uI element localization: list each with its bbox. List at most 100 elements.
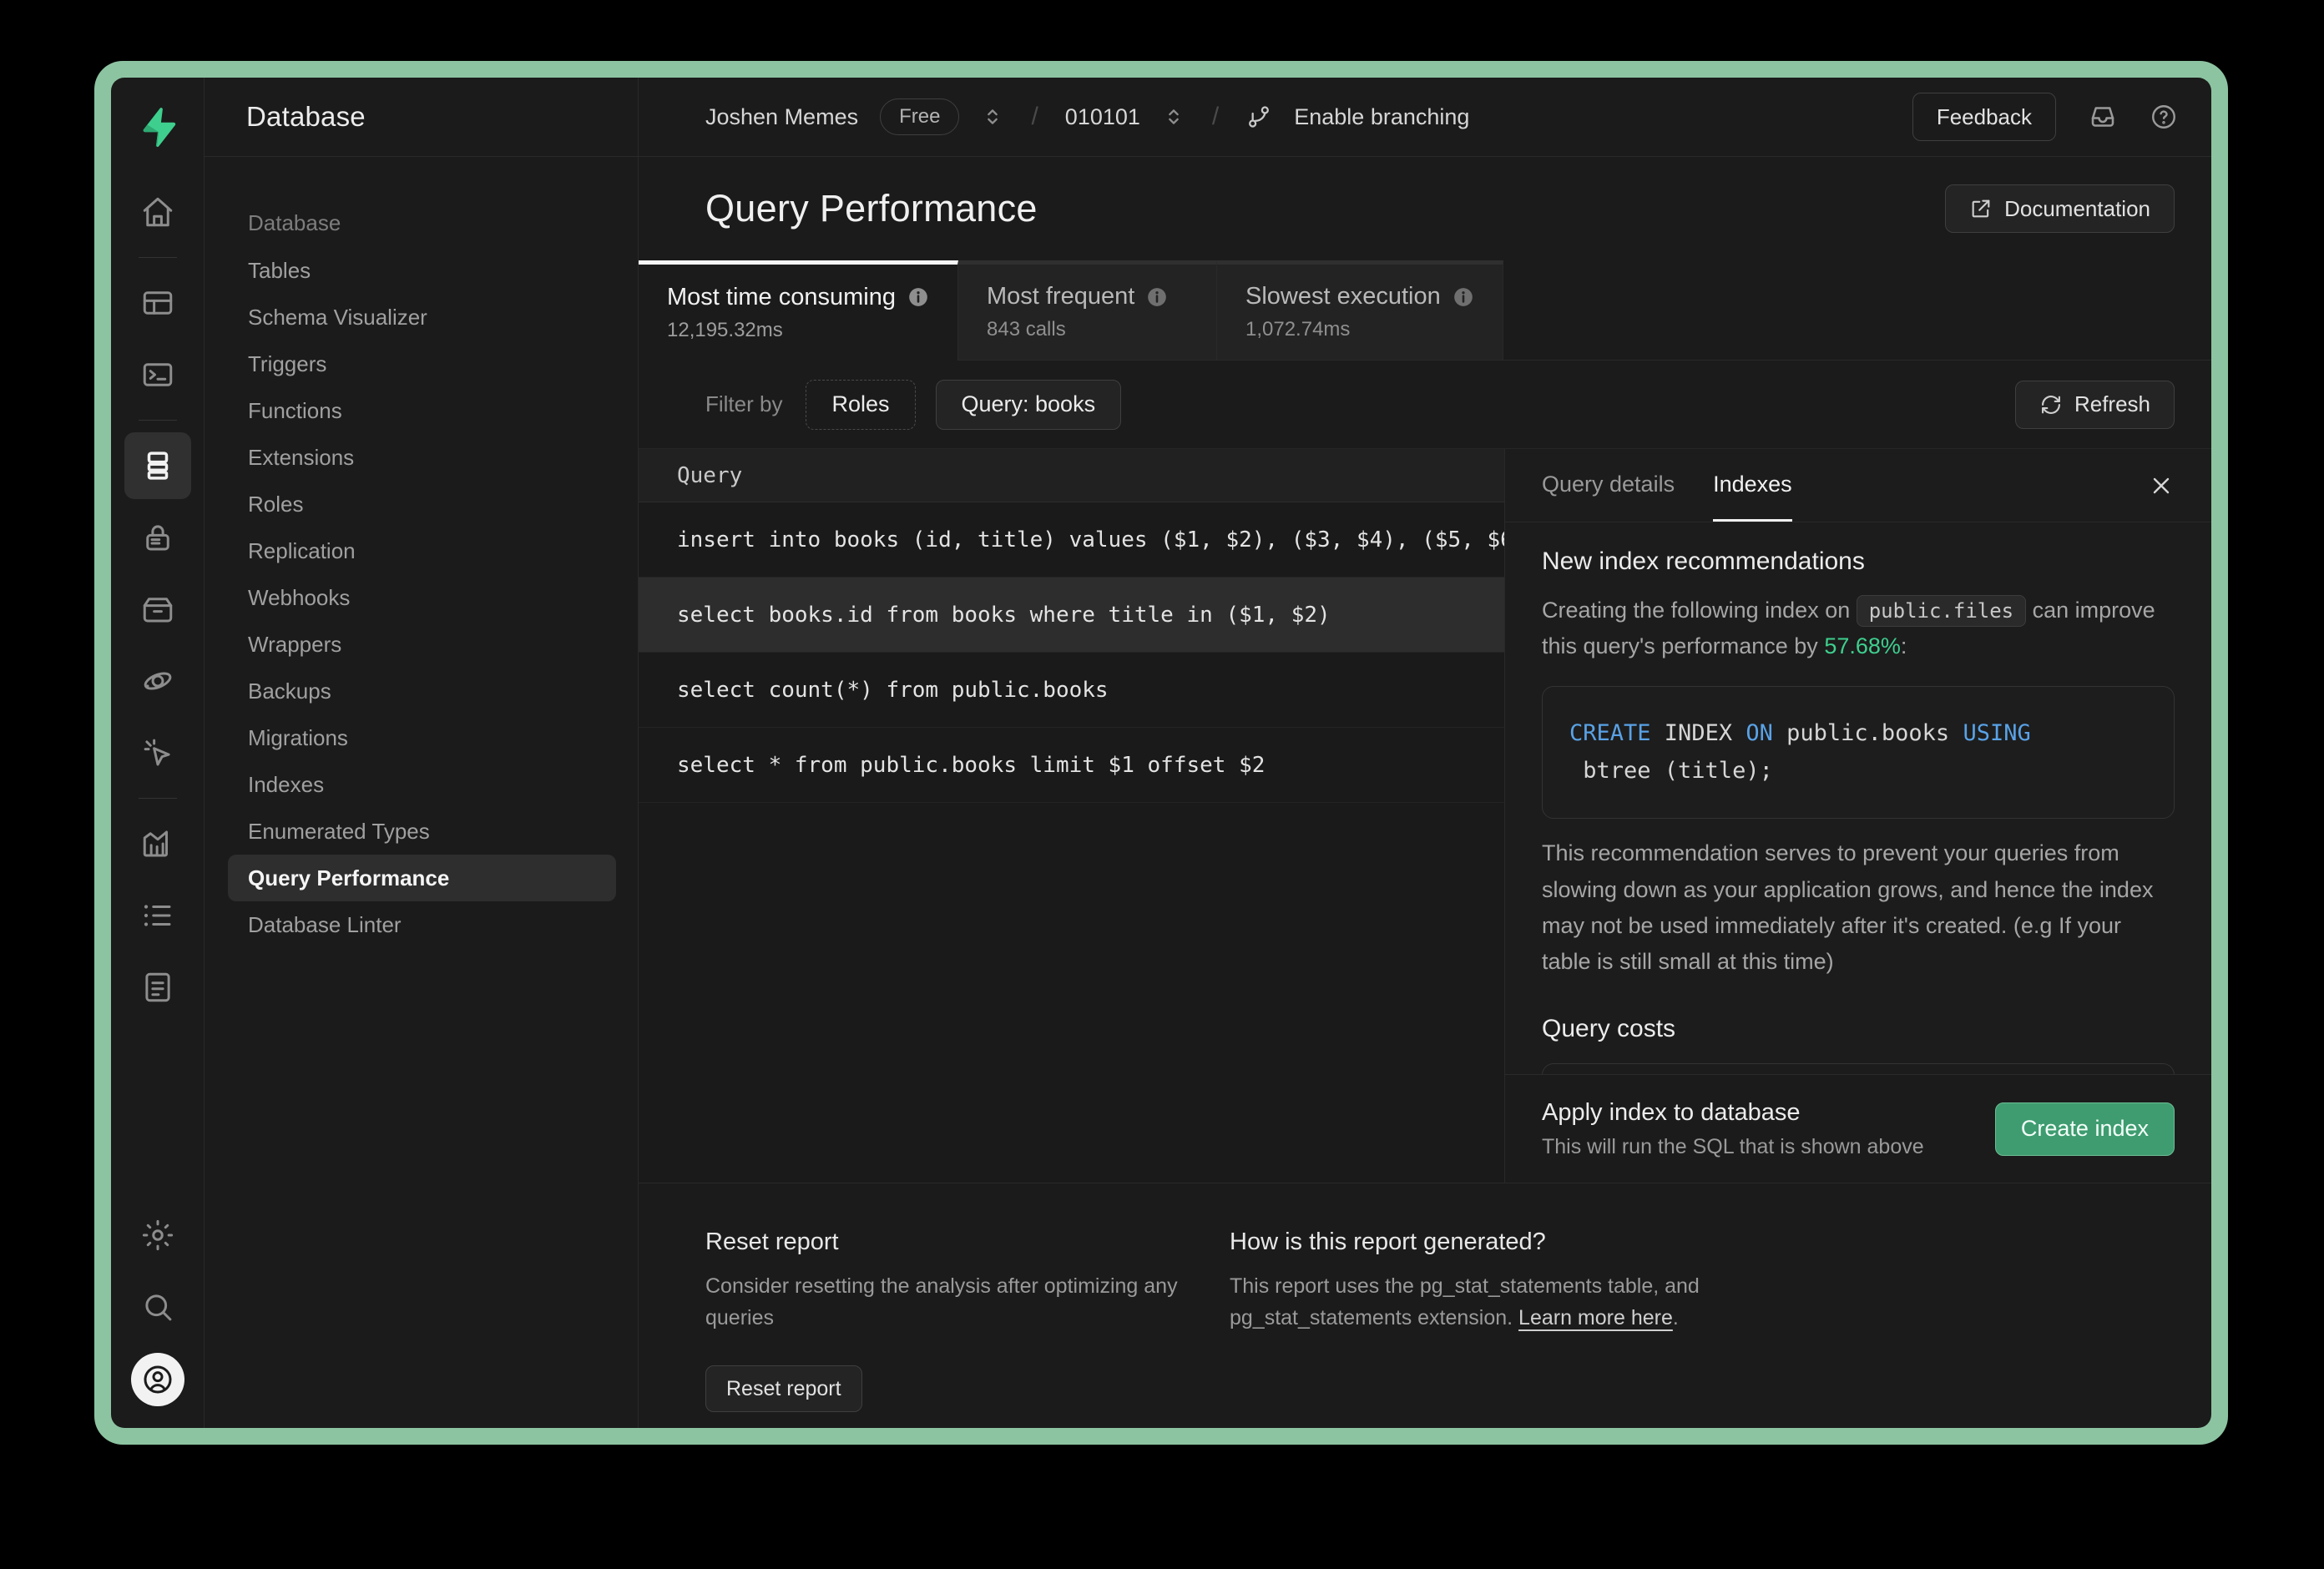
query-row-selected[interactable]: select books.id from books where title i… [639, 578, 1504, 653]
apply-index-footer: Apply index to database This will run th… [1505, 1074, 2211, 1183]
realtime-icon[interactable] [124, 717, 191, 789]
query-row[interactable]: insert into books (id, title) values ($1… [639, 502, 1526, 578]
apply-index-subtext: This will run the SQL that is shown abov… [1542, 1134, 1924, 1158]
sidebar-item-backups[interactable]: Backups [205, 668, 638, 714]
sidebar-item-triggers[interactable]: Triggers [205, 341, 638, 387]
screen: Database Database Tables Schema Visualiz… [0, 0, 2324, 1569]
sidebar-item-roles[interactable]: Roles [205, 481, 638, 527]
recommendation-intro: Creating the following index on public.f… [1542, 593, 2175, 664]
sidebar-item-functions[interactable]: Functions [205, 387, 638, 434]
learn-more-link[interactable]: Learn more here [1518, 1306, 1673, 1329]
sidebar-item-extensions[interactable]: Extensions [205, 434, 638, 481]
rail-divider [138, 420, 177, 421]
how-generated-text: This report uses the pg_stat_statements … [1230, 1274, 1700, 1329]
reports-icon[interactable] [124, 808, 191, 880]
git-branch-icon [1249, 106, 1270, 128]
filter-bar: Filter by Roles Query: books Refresh [639, 361, 2211, 449]
tab-indexes[interactable]: Indexes [1713, 449, 1792, 522]
supabase-logo[interactable] [136, 78, 179, 176]
storage-icon[interactable] [124, 573, 191, 645]
edge-functions-icon[interactable] [124, 645, 191, 717]
sidenav: Database Database Tables Schema Visualiz… [205, 78, 639, 1428]
details-panel: Query details Indexes New index recommen… [1504, 449, 2211, 1183]
sidebar-item-schema-visualizer[interactable]: Schema Visualizer [205, 294, 638, 341]
page-title: Query Performance [705, 187, 1038, 230]
panel-tabs: Query details Indexes [1505, 449, 2211, 522]
sidebar-item-indexes[interactable]: Indexes [205, 761, 638, 808]
tab-label: Most time consuming [667, 283, 896, 310]
logs-icon[interactable] [124, 880, 191, 951]
page-header: Query Performance Documentation [639, 157, 2211, 260]
reset-report-button[interactable]: Reset report [705, 1365, 862, 1412]
sql-line: CREATE INDEX ON public.books USING [1569, 720, 2031, 747]
sidebar-item-database-linter[interactable]: Database Linter [205, 901, 638, 948]
documentation-label: Documentation [2004, 195, 2150, 221]
sql-editor-icon[interactable] [124, 339, 191, 411]
tab-query-details[interactable]: Query details [1542, 449, 1675, 522]
close-icon[interactable] [2148, 472, 2175, 499]
query-costs-box: Total cost of query Currently: 25 [1542, 1063, 2175, 1074]
info-icon [1148, 287, 1167, 306]
recommendation-note: This recommendation serves to prevent yo… [1542, 840, 2154, 975]
home-icon[interactable] [124, 176, 191, 248]
project-name[interactable]: 010101 [1065, 104, 1140, 130]
recommendations-heading: New index recommendations [1542, 547, 1865, 575]
bottom-section: Reset report Consider resetting the anal… [639, 1183, 2211, 1428]
report-tabs: Most time consuming 12,195.32ms Most fre… [639, 260, 2211, 361]
tab-value: 1,072.74ms [1245, 318, 1351, 341]
tab-label: Most frequent [987, 283, 1135, 310]
info-icon [1453, 287, 1473, 306]
plan-badge: Free [880, 98, 960, 135]
sidenav-header: Database [205, 78, 638, 157]
sidebar-item-webhooks[interactable]: Webhooks [205, 574, 638, 621]
authentication-icon[interactable] [124, 502, 191, 573]
reset-report-heading: Reset report [705, 1228, 839, 1255]
roles-filter-button[interactable]: Roles [806, 379, 916, 430]
top-bar: Joshen Memes Free / 010101 / Enable bran… [639, 78, 2211, 157]
sidebar-item-tables[interactable]: Tables [205, 247, 638, 294]
icon-rail [111, 78, 205, 1428]
query-row[interactable]: select count(*) from public.books [639, 653, 1504, 728]
sidebar-item-wrappers[interactable]: Wrappers [205, 621, 638, 668]
create-index-sql: CREATE INDEX ON public.books USING btree… [1542, 686, 2175, 820]
chevrons-up-down-icon[interactable] [1162, 105, 1185, 129]
info-icon [909, 288, 927, 306]
query-row[interactable]: select * from public.books limit $1 offs… [639, 728, 1504, 803]
org-name[interactable]: Joshen Memes [705, 104, 858, 130]
database-icon[interactable] [124, 432, 191, 499]
sidebar-item-replication[interactable]: Replication [205, 527, 638, 574]
refresh-icon [2041, 395, 2060, 414]
user-avatar[interactable] [130, 1353, 184, 1406]
query-filter-button[interactable]: Query: books [935, 379, 1122, 430]
tab-most-frequent[interactable]: Most frequent 843 calls [958, 260, 1217, 361]
app-window: Database Database Tables Schema Visualiz… [111, 78, 2211, 1428]
tabs-filler [1503, 260, 2211, 361]
window-frame: Database Database Tables Schema Visualiz… [94, 61, 2228, 1445]
breadcrumb-separator: / [1031, 103, 1038, 130]
sidebar-item-enumerated-types[interactable]: Enumerated Types [205, 808, 638, 855]
sidebar-item-query-performance[interactable]: Query Performance [228, 855, 616, 901]
query-costs-heading: Query costs [1542, 1015, 1676, 1043]
create-index-button[interactable]: Create index [1994, 1102, 2175, 1156]
documentation-button[interactable]: Documentation [1945, 184, 2175, 233]
tab-most-time-consuming[interactable]: Most time consuming 12,195.32ms [639, 260, 958, 361]
table-editor-icon[interactable] [124, 267, 191, 339]
inbox-icon[interactable] [2088, 102, 2118, 132]
enable-branching-button[interactable]: Enable branching [1294, 104, 1469, 130]
api-docs-icon[interactable] [124, 951, 191, 1023]
chevrons-up-down-icon[interactable] [981, 105, 1004, 129]
tab-label: Slowest execution [1245, 283, 1441, 310]
refresh-button[interactable]: Refresh [2014, 380, 2175, 429]
main-area: Joshen Memes Free / 010101 / Enable bran… [639, 78, 2211, 1428]
settings-gear-icon[interactable] [124, 1199, 191, 1271]
content-row: Query insert into books (id, title) valu… [639, 449, 2211, 1183]
rail-divider [138, 257, 177, 258]
sidebar-item-migrations[interactable]: Migrations [205, 714, 638, 761]
help-icon[interactable] [2150, 103, 2178, 131]
reset-report-section: Reset report Consider resetting the anal… [705, 1228, 1206, 1428]
tab-slowest-execution[interactable]: Slowest execution 1,072.74ms [1217, 260, 1503, 361]
feedback-button[interactable]: Feedback [1912, 93, 2056, 141]
search-icon[interactable] [124, 1271, 191, 1343]
report-info-section: How is this report generated? This repor… [1230, 1228, 1781, 1428]
sql-line: btree (title); [1569, 757, 1773, 784]
